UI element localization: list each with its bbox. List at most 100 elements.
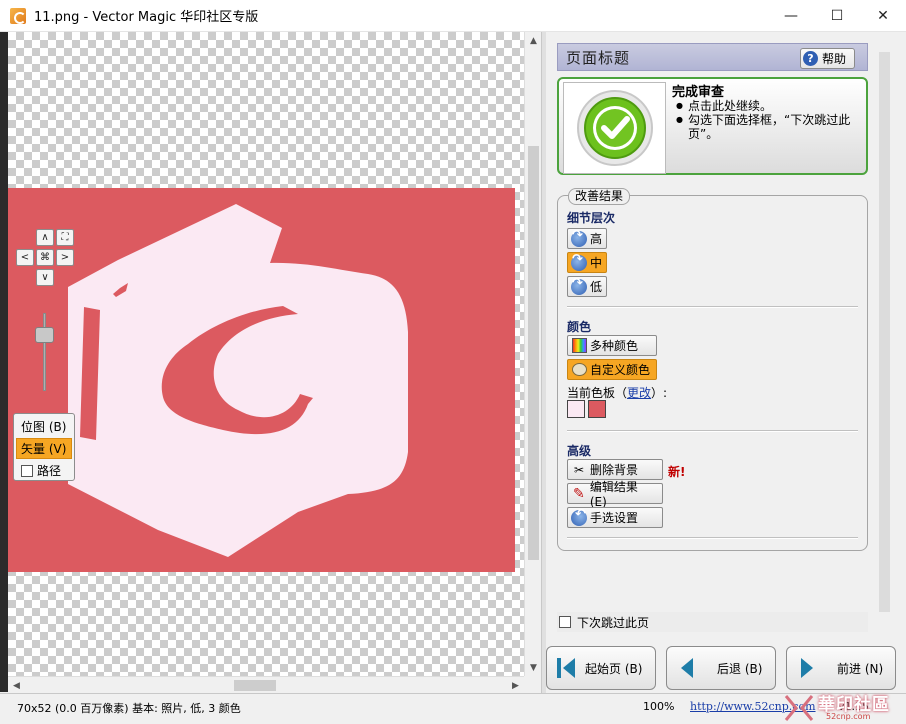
palette-label-end: ）:: [651, 386, 668, 400]
panel-scroll-thumb[interactable]: [879, 52, 890, 612]
current-palette-label: 当前色板（更改）:: [567, 384, 667, 401]
detail-level-title: 细节层次: [567, 211, 616, 225]
color-title: 颜色: [567, 320, 592, 334]
status-bar: 70x52 (0.0 百万像素) 基本: 照片, 低, 3 颜色 100% ht…: [0, 693, 906, 724]
maximize-button[interactable]: ☐: [814, 0, 860, 32]
custom-color-label: 自定义颜色: [590, 363, 651, 377]
manual-settings-label: 手选设置: [590, 511, 639, 525]
scissors-icon: ✂: [573, 462, 585, 477]
panel-header: 页面标题 ? 帮助: [557, 43, 868, 71]
review-title: 完成审查: [672, 85, 725, 100]
rainbow-icon: [570, 337, 588, 354]
watermark: 華印社區 52cnp.com: [780, 690, 906, 724]
view-mode-vector[interactable]: 矢量 (V): [16, 438, 72, 459]
undo-icon: [570, 509, 588, 526]
horizontal-scroll-thumb[interactable]: [234, 680, 276, 691]
help-icon: ?: [802, 51, 818, 66]
pan-down-button[interactable]: ∨: [36, 269, 54, 286]
checkmark-icon: [563, 82, 666, 174]
panel-scrollbar[interactable]: [876, 32, 893, 636]
improve-results-group: 改善结果 细节层次 高 中 低 颜色 多种颜色 自定义颜色 当前色板（更改）:: [557, 188, 868, 551]
new-badge: 新!: [668, 465, 686, 479]
palette-icon: [570, 361, 588, 378]
review-item: 勾选下面选择框，“下次跳过此页”。: [676, 113, 866, 141]
view-mode-bitmap[interactable]: 位图 (B): [16, 416, 72, 437]
zoom-slider-knob[interactable]: [35, 327, 54, 343]
manual-settings-button[interactable]: 手选设置: [567, 507, 663, 528]
skip-page-row[interactable]: 下次跳过此页: [557, 612, 868, 632]
next-arrow-icon: [801, 658, 813, 678]
help-button[interactable]: ? 帮助: [799, 48, 855, 69]
back-button[interactable]: 后退 (B): [666, 646, 776, 690]
zoom-slider[interactable]: [35, 313, 54, 391]
first-page-button[interactable]: 起始页 (B): [546, 646, 656, 690]
panel-title: 页面标题: [566, 48, 631, 67]
scroll-right-icon[interactable]: ▶: [507, 677, 524, 694]
zoom-level: 100%: [643, 700, 675, 713]
first-page-icon: [557, 658, 575, 678]
canvas-horizontal-scrollbar[interactable]: ◀ ▶: [8, 676, 524, 693]
detail-medium-label: 中: [590, 256, 603, 270]
view-mode-bitmap-label: 位图 (B): [21, 420, 67, 434]
back-arrow-icon: [681, 658, 693, 678]
minimize-button[interactable]: —: [768, 0, 814, 32]
section-divider: [567, 306, 858, 308]
title-bar: 11.png - Vector Magic 华印社区专版 — ☐ ✕: [0, 0, 906, 32]
paths-checkbox[interactable]: [21, 464, 33, 477]
scroll-left-icon[interactable]: ◀: [8, 677, 25, 694]
first-page-label: 起始页 (B): [585, 661, 643, 676]
pan-left-button[interactable]: <: [16, 249, 34, 266]
review-instructions: 点击此处继续。 勾选下面选择框，“下次跳过此页”。: [676, 99, 866, 141]
edit-result-button[interactable]: ✎ 编辑结果 (E): [567, 480, 663, 509]
pencil-icon: ✎: [573, 485, 585, 502]
window-title: 11.png - Vector Magic 华印社区专版: [34, 10, 259, 25]
image-canvas[interactable]: [8, 32, 524, 676]
zoom-slider-track: [43, 313, 46, 391]
canvas-vertical-scrollbar[interactable]: ▲ ▼: [524, 32, 541, 676]
close-button[interactable]: ✕: [860, 0, 906, 32]
watermark-subtext: 52cnp.com: [826, 712, 871, 721]
view-mode-paths-label: 路径: [37, 464, 62, 478]
scroll-up-icon[interactable]: ▲: [525, 32, 542, 49]
multi-color-button[interactable]: 多种颜色: [567, 335, 657, 356]
center-view-button[interactable]: ⌘: [36, 249, 54, 266]
watermark-logo-icon: [784, 695, 814, 721]
palette-swatch-light[interactable]: [567, 400, 585, 418]
view-mode-paths[interactable]: 路径: [16, 460, 72, 481]
change-palette-link[interactable]: 更改: [627, 386, 651, 400]
view-mode-selector: 位图 (B) 矢量 (V) 路径: [13, 413, 75, 481]
next-button[interactable]: 前进 (N): [786, 646, 896, 690]
skip-page-label: 下次跳过此页: [577, 615, 650, 630]
vector-preview: [8, 188, 515, 572]
section-divider: [567, 430, 858, 432]
pan-up-button[interactable]: ∧: [36, 229, 54, 246]
skip-page-checkbox[interactable]: [559, 616, 571, 628]
multi-color-label: 多种颜色: [590, 339, 639, 353]
help-label: 帮助: [821, 52, 846, 66]
palette-swatch-red[interactable]: [588, 400, 606, 418]
redo-icon: [570, 252, 588, 271]
app-icon: [10, 7, 26, 24]
remove-background-label: 删除背景: [590, 463, 639, 477]
redo-icon: [570, 276, 588, 295]
section-divider: [567, 537, 858, 539]
back-label: 后退 (B): [717, 661, 763, 676]
detail-low-button[interactable]: 低: [567, 276, 608, 297]
review-complete-box[interactable]: 完成审查 点击此处继续。 勾选下面选择框，“下次跳过此页”。: [557, 77, 868, 175]
review-item: 点击此处继续。: [676, 99, 866, 113]
vertical-scroll-thumb[interactable]: [528, 146, 539, 560]
edit-result-label: 编辑结果 (E): [589, 480, 638, 509]
palette-label-text: 当前色板（: [567, 386, 628, 400]
scroll-down-icon[interactable]: ▼: [525, 659, 542, 676]
wizard-panel: 页面标题 ? 帮助 完成审查 点击此处继续。 勾选下面选择框，“下次跳过此页”。…: [546, 32, 906, 636]
window-controls: — ☐ ✕: [768, 0, 906, 32]
pan-right-button[interactable]: >: [56, 249, 74, 266]
detail-medium-button[interactable]: 中: [567, 252, 608, 273]
remove-background-button[interactable]: ✂ 删除背景: [567, 459, 663, 480]
redo-icon: [570, 228, 588, 247]
detail-high-label: 高: [590, 232, 603, 246]
detail-high-button[interactable]: 高: [567, 228, 608, 249]
detail-low-label: 低: [590, 280, 603, 294]
custom-color-button[interactable]: 自定义颜色: [567, 359, 657, 380]
fit-view-button[interactable]: ⛶: [56, 229, 74, 246]
